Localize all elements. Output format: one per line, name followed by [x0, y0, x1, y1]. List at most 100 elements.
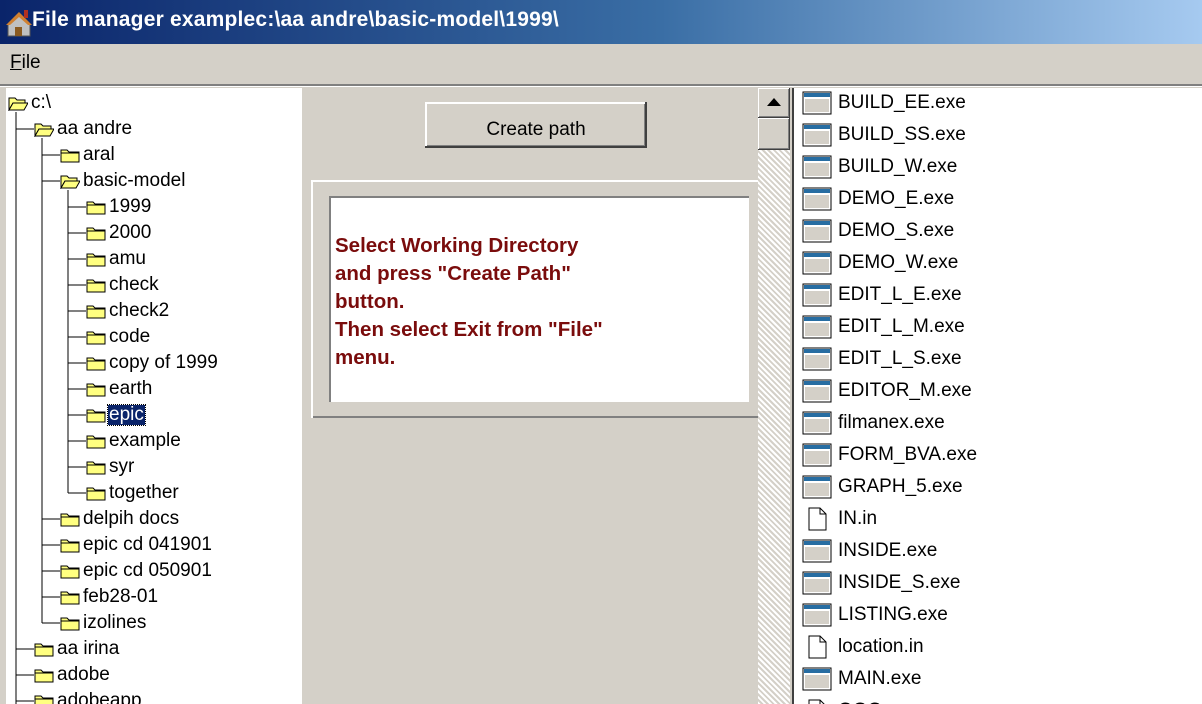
tree-item[interactable]: copy of 1999: [86, 350, 219, 376]
directory-tree[interactable]: c:\ aa andre aral basic-model 1999 2000 amu che…: [6, 88, 302, 704]
tree-item[interactable]: basic-model: [60, 168, 186, 194]
tree-item[interactable]: adobe: [34, 662, 111, 688]
tree-item-label: epic cd 050901: [83, 560, 212, 581]
folder-icon: [60, 589, 80, 605]
file-name: EDITOR_M.exe: [838, 380, 972, 401]
file-item[interactable]: INSIDE.exe: [802, 536, 937, 566]
menu-file[interactable]: File: [10, 52, 41, 74]
tree-item-label: izolines: [83, 612, 147, 633]
tree-item-label: earth: [109, 378, 153, 399]
tree-item-label: adobe: [57, 664, 110, 685]
tree-item-label: copy of 1999: [109, 352, 218, 373]
folder-icon: [86, 485, 106, 501]
file-item[interactable]: BUILD_EE.exe: [802, 88, 966, 118]
file-item[interactable]: MAIN.exe: [802, 664, 921, 694]
file-item[interactable]: DEMO_E.exe: [802, 184, 954, 214]
create-path-button[interactable]: Create path: [425, 102, 647, 148]
file-item[interactable]: INSIDE_S.exe: [802, 568, 961, 598]
open-folder-icon: [8, 95, 29, 112]
tree-item-label: syr: [109, 456, 135, 477]
menu-separator: [0, 84, 1202, 87]
executable-icon: [802, 443, 832, 467]
tree-item[interactable]: example: [86, 428, 182, 454]
document-icon: [802, 699, 832, 704]
folder-icon: [34, 641, 54, 657]
tree-item-label: example: [109, 430, 181, 451]
file-item[interactable]: FORM_BVA.exe: [802, 440, 977, 470]
tree-item[interactable]: aa andre: [34, 116, 133, 142]
tree-item[interactable]: check2: [86, 298, 170, 324]
tree-item[interactable]: delpih docs: [60, 506, 180, 532]
tree-item[interactable]: adobeapp: [34, 688, 143, 704]
file-item[interactable]: GRAPH_5.exe: [802, 472, 963, 502]
folder-icon: [86, 329, 106, 345]
file-item[interactable]: EDIT_L_S.exe: [802, 344, 962, 374]
tree-item[interactable]: aral: [60, 142, 116, 168]
tree-item-label: together: [109, 482, 179, 503]
vertical-scrollbar[interactable]: [758, 88, 790, 704]
file-item[interactable]: IN.in: [802, 504, 877, 534]
app-house-icon: [6, 10, 32, 37]
executable-icon: [802, 91, 832, 115]
tree-item[interactable]: syr: [86, 454, 135, 480]
tree-item[interactable]: epic cd 041901: [60, 532, 213, 558]
file-item[interactable]: LISTING.exe: [802, 600, 948, 630]
create-path-label: Create path: [486, 119, 586, 140]
executable-icon: [802, 411, 832, 435]
file-name: location.in: [838, 636, 924, 657]
file-item[interactable]: OOO...: [802, 696, 898, 704]
tree-item-label: delpih docs: [83, 508, 180, 529]
tree-item-label: 1999: [109, 196, 152, 217]
folder-icon: [60, 537, 80, 553]
file-list[interactable]: BUILD_EE.exe BUILD_SS.exe BUILD_W.exe DEMO_…: [792, 88, 1202, 704]
file-item[interactable]: DEMO_W.exe: [802, 248, 958, 278]
tree-item[interactable]: epic: [86, 402, 146, 428]
executable-icon: [802, 155, 832, 179]
tree-item-label: feb28-01: [83, 586, 159, 607]
tree-item[interactable]: earth: [86, 376, 153, 402]
folder-icon: [86, 251, 106, 267]
file-name: EDIT_L_M.exe: [838, 316, 965, 337]
tree-item[interactable]: code: [86, 324, 151, 350]
folder-icon: [86, 407, 106, 423]
executable-icon: [802, 347, 832, 371]
info-box: Select Working Directory and press "Crea…: [329, 196, 749, 402]
file-name: GRAPH_5.exe: [838, 476, 963, 497]
file-name: INSIDE_S.exe: [838, 572, 961, 593]
file-name: BUILD_SS.exe: [838, 124, 966, 145]
file-name: IN.in: [838, 508, 878, 529]
tree-item[interactable]: izolines: [60, 610, 147, 636]
tree-item[interactable]: epic cd 050901: [60, 558, 213, 584]
tree-item[interactable]: c:\: [8, 90, 52, 116]
tree-item[interactable]: together: [86, 480, 180, 506]
folder-icon: [86, 355, 106, 371]
document-icon: [802, 507, 832, 531]
file-item[interactable]: EDITOR_M.exe: [802, 376, 972, 406]
tree-item[interactable]: amu: [86, 246, 147, 272]
file-item[interactable]: location.in: [802, 632, 924, 662]
tree-item[interactable]: feb28-01: [60, 584, 159, 610]
open-folder-icon: [34, 121, 55, 138]
executable-icon: [802, 475, 832, 499]
file-item[interactable]: EDIT_L_E.exe: [802, 280, 962, 310]
file-name: LISTING.exe: [838, 604, 948, 625]
file-name: INSIDE.exe: [838, 540, 938, 561]
file-item[interactable]: BUILD_SS.exe: [802, 120, 966, 150]
title-bar[interactable]: File manager examplec:\aa andre\basic-mo…: [0, 0, 1202, 44]
file-name: BUILD_W.exe: [838, 156, 958, 177]
file-name: EDIT_L_S.exe: [838, 348, 962, 369]
file-item[interactable]: DEMO_S.exe: [802, 216, 954, 246]
file-item[interactable]: BUILD_W.exe: [802, 152, 957, 182]
tree-item-label: code: [109, 326, 151, 347]
file-item[interactable]: filmanex.exe: [802, 408, 945, 438]
file-item[interactable]: EDIT_L_M.exe: [802, 312, 965, 342]
tree-item-label: aral: [83, 144, 115, 165]
tree-item[interactable]: 1999: [86, 194, 152, 220]
folder-icon: [34, 693, 54, 704]
executable-icon: [802, 315, 832, 339]
tree-item[interactable]: 2000: [86, 220, 152, 246]
scroll-thumb[interactable]: [758, 118, 790, 150]
scroll-up-button[interactable]: [758, 88, 790, 118]
tree-item[interactable]: aa irina: [34, 636, 120, 662]
tree-item[interactable]: check: [86, 272, 160, 298]
